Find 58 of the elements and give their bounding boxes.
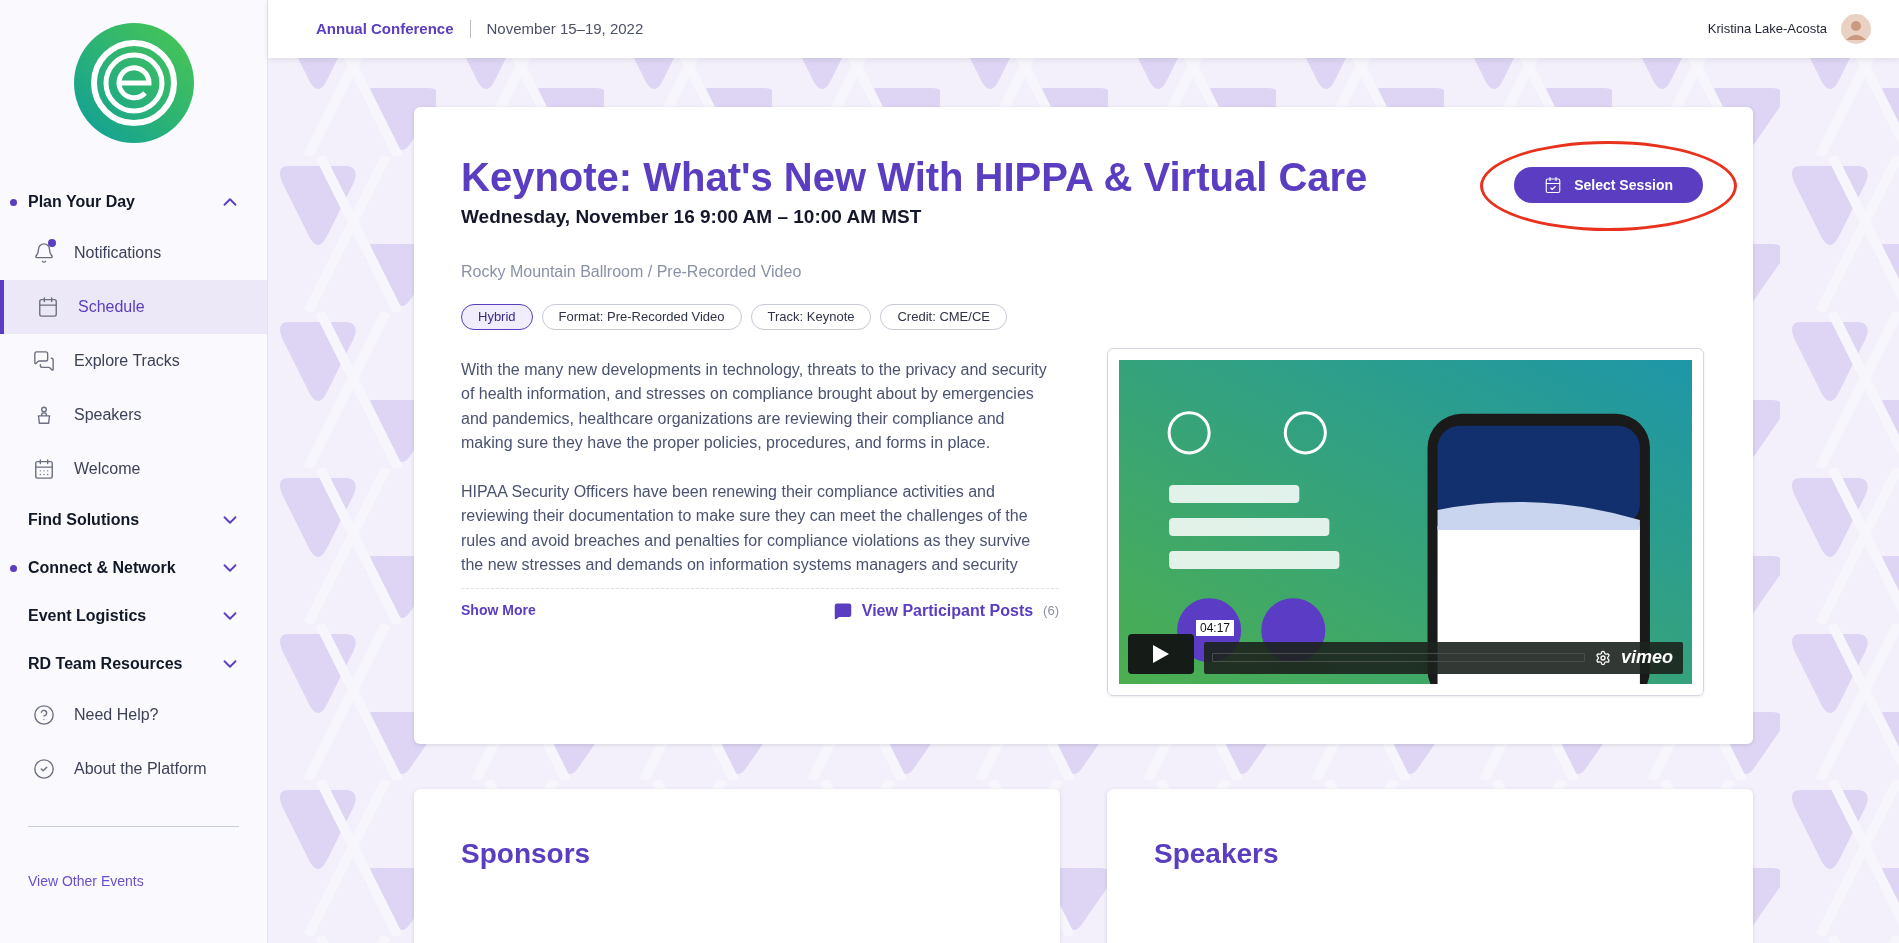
sidebar-item-label: Schedule <box>78 297 145 317</box>
settings-icon[interactable] <box>1594 649 1611 666</box>
section-label: Find Solutions <box>28 510 141 530</box>
description-paragraph: HIPAA Security Officers have been renewing their compliance activities and reviewing their documentation to make sure they can meet the challenges of the rules and avoid breaches and penalties for compliance violations as they survive the new stresses and demands on information systems managers and security <box>461 481 1032 575</box>
sidebar-section[interactable]: Event Logistics <box>0 592 267 640</box>
panel-title: Sponsors <box>461 836 592 871</box>
sidebar-section[interactable]: Plan Your Day <box>0 178 267 226</box>
sidebar-section[interactable]: Find Solutions <box>0 496 267 544</box>
sidebar-item-label: About the Platform <box>74 759 207 779</box>
sidebar-item-label: Need Help? <box>74 705 159 725</box>
help-icon <box>33 704 55 726</box>
sidebar-item-label: Explore Tracks <box>74 351 180 371</box>
view-other-events-link[interactable]: View Other Events <box>28 871 267 892</box>
session-title: Keynote: What's New With HIPPA & Virtual Care <box>461 154 1369 201</box>
description-paragraph: With the many new developments in technology, threats to the privacy and security of health information, and stresses on compliance brought about by emergencies and pandemics, healthcare organizations are reviewing their compliance and making sure they have the proper policies, procedures, and forms in place. <box>461 359 1048 453</box>
event-dates: November 15–19, 2022 <box>486 18 644 39</box>
progress-track[interactable] <box>1212 653 1585 662</box>
section-label: RD Team Resources <box>28 654 184 674</box>
sidebar-item-label: Speakers <box>74 405 142 425</box>
play-button[interactable] <box>1128 633 1194 674</box>
sidebar-section[interactable]: RD Team Resources <box>0 640 267 688</box>
tag[interactable]: Credit: CME/CE <box>880 303 1007 330</box>
tag[interactable]: Track: Keynote <box>750 303 872 330</box>
tag[interactable]: Format: Pre-Recorded Video <box>541 303 742 330</box>
calendar-icon <box>37 296 59 318</box>
posts-count: (6) <box>1043 601 1059 620</box>
sidebar-item[interactable]: Need Help? <box>0 688 267 742</box>
session-datetime: Wednesday, November 16 9:00 AM – 10:00 AM MST <box>461 205 923 229</box>
user-name[interactable]: Kristina Lake-Acosta <box>1707 19 1827 39</box>
show-more-link[interactable]: Show More <box>461 600 536 621</box>
play-icon <box>1152 643 1170 664</box>
session-location: Rocky Mountain Ballroom / Pre-Recorded Video <box>461 261 803 282</box>
sidebar-item[interactable]: Welcome <box>0 442 267 496</box>
bell-icon <box>33 242 55 264</box>
section-label: Connect & Network <box>28 558 177 578</box>
logo-icon[interactable] <box>72 22 195 144</box>
sidebar-item[interactable]: Schedule <box>0 280 267 334</box>
calendar-check-icon <box>1544 176 1563 194</box>
tag[interactable]: Hybrid <box>461 303 533 330</box>
sidebar-item[interactable]: About the Platform <box>0 742 267 796</box>
player-brand[interactable]: vimeo <box>1620 644 1673 671</box>
check-circle-icon <box>33 758 55 780</box>
agenda-icon <box>33 458 55 480</box>
chat-icon <box>33 350 55 372</box>
panel-title: Speakers <box>1154 836 1280 871</box>
event-name[interactable]: Annual Conference <box>316 17 454 41</box>
sidebar-item-label: Welcome <box>74 459 141 479</box>
sidebar-section[interactable]: Connect & Network <box>0 544 267 592</box>
sidebar-item-label: Notifications <box>74 243 162 263</box>
comment-icon <box>833 601 852 620</box>
sidebar-item[interactable]: Notifications <box>0 226 267 280</box>
view-posts-link[interactable]: View Participant Posts <box>861 598 1034 623</box>
avatar[interactable] <box>1841 14 1871 44</box>
sidebar-item[interactable]: Speakers <box>0 388 267 442</box>
section-label: Event Logistics <box>28 606 148 626</box>
select-session-button[interactable]: Select Session <box>1514 167 1703 203</box>
section-label: Plan Your Day <box>28 192 136 212</box>
sidebar-item[interactable]: Explore Tracks <box>0 334 267 388</box>
